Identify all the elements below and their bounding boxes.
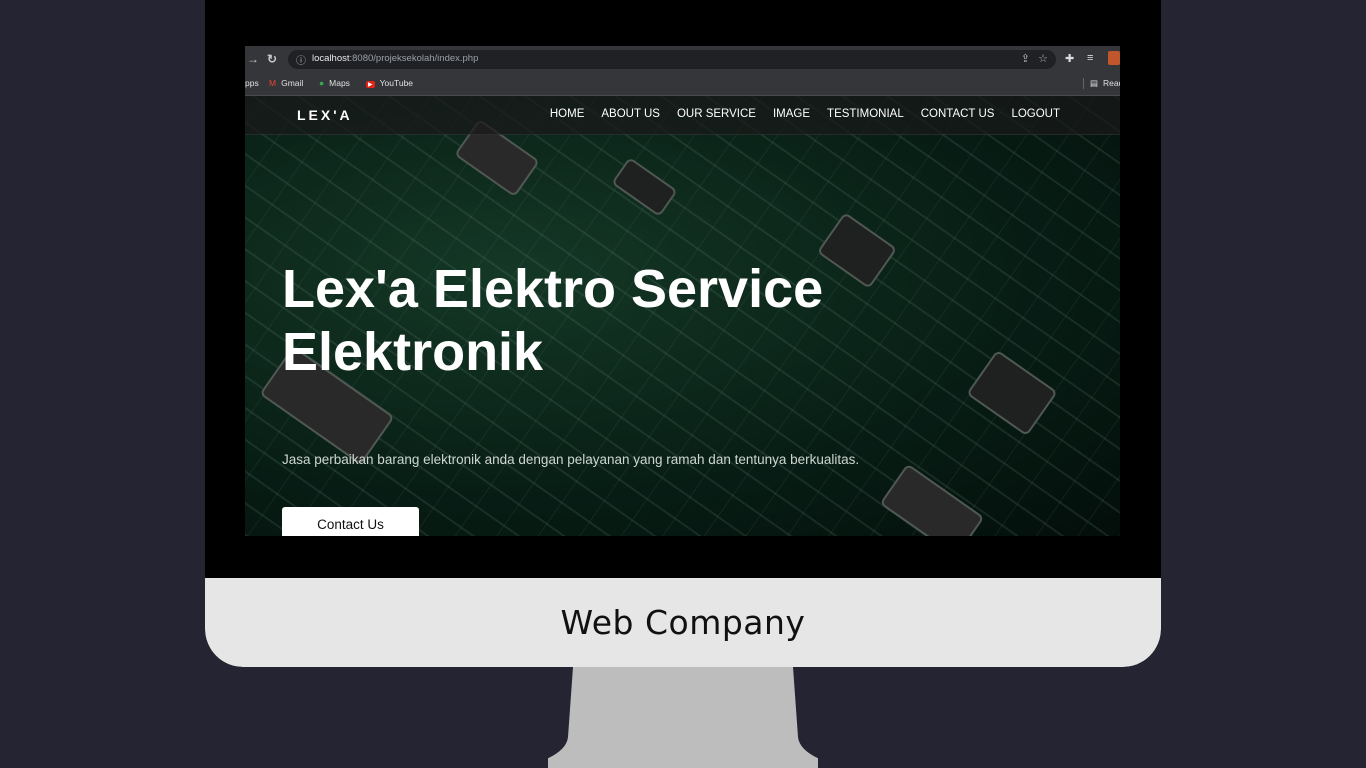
- monitor-stand: [548, 667, 818, 768]
- bookmark-gmail[interactable]: M Gmail: [269, 78, 303, 88]
- profile-icon[interactable]: [1108, 51, 1120, 65]
- address-bar-area: → ↻ ⓘ localhost:8080/projeksekolah/index…: [245, 46, 1120, 72]
- media-icon[interactable]: ≡: [1087, 52, 1093, 64]
- monitor-chin: Web Company: [205, 578, 1161, 667]
- gmail-icon: M: [269, 78, 277, 88]
- bookmark-star-icon[interactable]: ☆: [1038, 52, 1048, 65]
- reading-list[interactable]: ▤Readi: [1083, 78, 1120, 89]
- hero-title: Lex'a Elektro Service Elektronik: [282, 258, 922, 384]
- monitor: → ↻ ⓘ localhost:8080/projeksekolah/index…: [205, 0, 1161, 667]
- site-navbar: LEX'A HOME ABOUT US OUR SERVICE IMAGE TE…: [245, 96, 1120, 135]
- nav-image[interactable]: IMAGE: [773, 108, 810, 120]
- site-brand[interactable]: LEX'A: [297, 107, 353, 123]
- hero-title-line-1: Lex'a Elektro Service: [282, 259, 824, 319]
- nav-testimonial[interactable]: TESTIMONIAL: [827, 108, 904, 120]
- forward-icon[interactable]: →: [247, 51, 259, 67]
- monitor-caption: Web Company: [560, 603, 806, 642]
- info-icon[interactable]: ⓘ: [296, 52, 306, 67]
- url-host: localhost: [312, 53, 350, 64]
- bookmark-youtube[interactable]: ▶ YouTube: [366, 78, 413, 88]
- nav-our-service[interactable]: OUR SERVICE: [677, 108, 756, 120]
- website: LEX'A HOME ABOUT US OUR SERVICE IMAGE TE…: [245, 96, 1120, 536]
- contact-us-button[interactable]: Contact Us: [282, 507, 419, 536]
- nav-about-us[interactable]: ABOUT US: [601, 108, 660, 120]
- share-icon[interactable]: ⇪: [1021, 52, 1030, 65]
- bookmarks-bar: pps MGmail ●Maps ▶YouTube ▤Readi: [245, 72, 1120, 96]
- bookmark-maps[interactable]: ● Maps: [319, 78, 350, 88]
- hero-subtitle: Jasa perbaikan barang elektronik anda de…: [282, 452, 860, 467]
- url-path: :8080/projeksekolah/index.php: [349, 53, 479, 64]
- reading-list-icon: ▤: [1090, 78, 1099, 88]
- url-text: localhost:8080/projeksekolah/index.php: [312, 53, 478, 64]
- nav-logout[interactable]: LOGOUT: [1011, 108, 1060, 120]
- address-input[interactable]: ⓘ localhost:8080/projeksekolah/index.php…: [288, 50, 1056, 69]
- extensions-icon[interactable]: ✚: [1065, 52, 1074, 65]
- bookmark-apps[interactable]: pps: [245, 78, 259, 88]
- hero-title-line-2: Elektronik: [282, 322, 544, 382]
- browser-screen: → ↻ ⓘ localhost:8080/projeksekolah/index…: [245, 46, 1120, 536]
- maps-icon: ●: [319, 78, 325, 88]
- nav-contact-us[interactable]: CONTACT US: [921, 108, 995, 120]
- reload-icon[interactable]: ↻: [267, 51, 277, 67]
- youtube-icon: ▶: [366, 81, 375, 88]
- nav-home[interactable]: HOME: [550, 108, 585, 120]
- site-menu: HOME ABOUT US OUR SERVICE IMAGE TESTIMON…: [550, 108, 1060, 120]
